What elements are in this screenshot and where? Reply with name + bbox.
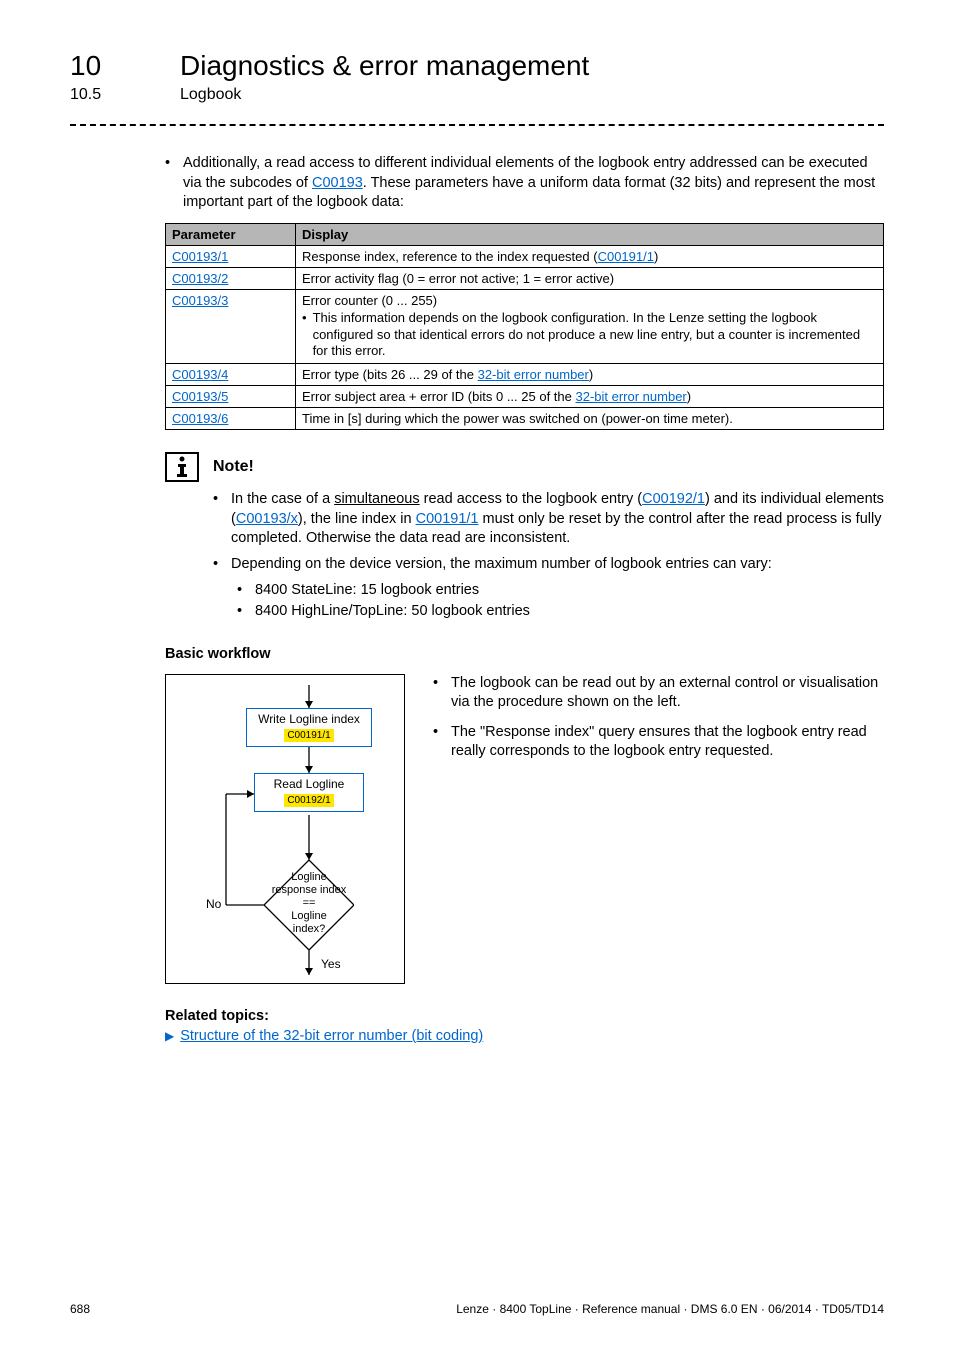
workflow-title: Basic workflow	[165, 646, 884, 662]
cell-link[interactable]: C00191/1	[598, 249, 654, 264]
cell-sub-bullet: This information depends on the logbook …	[313, 310, 877, 361]
wf-diamond-text: Logline response index == Logline index?	[252, 871, 366, 937]
cell-link[interactable]: 32-bit error number	[478, 367, 589, 382]
param-link[interactable]: C00193/4	[172, 367, 228, 382]
chapter-title: Diagnostics & error management	[180, 50, 589, 82]
note-link[interactable]: C00191/1	[416, 511, 479, 527]
cell-text: Error counter (0 ... 255)	[302, 293, 437, 308]
wf-code-chip: C00191/1	[284, 729, 333, 742]
table-row: C00193/2 Error activity flag (0 = error …	[166, 267, 884, 289]
section-number: 10.5	[70, 86, 150, 104]
table-row: C00193/4 Error type (bits 26 ... 29 of t…	[166, 364, 884, 386]
wf-box-write: Write Logline index C00191/1	[246, 708, 372, 747]
cell-text: )	[654, 249, 658, 264]
intro-link[interactable]: C00193	[312, 175, 363, 191]
wf-no-label: No	[206, 897, 221, 911]
param-link[interactable]: C00193/6	[172, 411, 228, 426]
wf-box-label: Write Logline index	[253, 712, 365, 728]
page-number: 688	[70, 1302, 90, 1316]
arrow-icon: ▶	[165, 1029, 174, 1043]
related-topics: Related topics: ▶ Structure of the 32-bi…	[165, 1008, 884, 1044]
section-title: Logbook	[180, 86, 241, 104]
wf-yes-label: Yes	[321, 957, 341, 971]
note-bullet-1: In the case of a simultaneous read acces…	[231, 490, 884, 549]
intro-paragraph: • Additionally, a read access to differe…	[165, 154, 884, 213]
table-row: C00193/5 Error subject area + error ID (…	[166, 386, 884, 408]
cell-link[interactable]: 32-bit error number	[575, 389, 686, 404]
note-link[interactable]: C00193/x	[236, 511, 298, 527]
note-block: Note! • In the case of a simultaneous re…	[165, 452, 884, 621]
note-bullet-2: Depending on the device version, the max…	[231, 555, 772, 575]
parameter-table: Parameter Display C00193/1 Response inde…	[165, 223, 884, 431]
cell-text: Error activity flag (0 = error not activ…	[302, 271, 614, 286]
cell-text: )	[687, 389, 691, 404]
table-row: C00193/1 Response index, reference to th…	[166, 245, 884, 267]
table-row: C00193/3 Error counter (0 ... 255) •This…	[166, 289, 884, 364]
related-link[interactable]: Structure of the 32-bit error number (bi…	[180, 1028, 483, 1044]
info-icon	[165, 452, 199, 482]
param-link[interactable]: C00193/5	[172, 389, 228, 404]
cell-text: Error subject area + error ID (bits 0 ..…	[302, 389, 575, 404]
table-row: C00193/6 Time in [s] during which the po…	[166, 408, 884, 430]
cell-text: )	[589, 367, 593, 382]
wf-box-read: Read Logline C00192/1	[254, 773, 364, 812]
note-title: Note!	[213, 458, 254, 476]
note-sub-1: 8400 StateLine: 15 logbook entries	[255, 581, 479, 601]
cell-text: Error type (bits 26 ... 29 of the	[302, 367, 478, 382]
note-link[interactable]: C00192/1	[642, 491, 705, 507]
related-title: Related topics:	[165, 1008, 884, 1024]
param-link[interactable]: C00193/1	[172, 249, 228, 264]
chapter-number: 10	[70, 50, 150, 82]
table-header-display: Display	[296, 223, 884, 245]
cell-text: Time in [s] during which the power was s…	[302, 411, 733, 426]
wf-box-label: Read Logline	[261, 777, 357, 793]
table-header-parameter: Parameter	[166, 223, 296, 245]
divider	[70, 124, 884, 126]
param-link[interactable]: C00193/3	[172, 293, 228, 308]
wf-code-chip: C00192/1	[284, 794, 333, 807]
workflow-text-1: The logbook can be read out by an extern…	[451, 674, 884, 713]
note-sub-2: 8400 HighLine/TopLine: 50 logbook entrie…	[255, 602, 530, 622]
param-link[interactable]: C00193/2	[172, 271, 228, 286]
cell-text: Response index, reference to the index r…	[302, 249, 598, 264]
workflow-diagram: Write Logline index C00191/1 Read Loglin…	[165, 674, 405, 984]
footer-doc: Lenze · 8400 TopLine · Reference manual …	[456, 1302, 884, 1316]
workflow-text-2: The "Response index" query ensures that …	[451, 723, 884, 762]
